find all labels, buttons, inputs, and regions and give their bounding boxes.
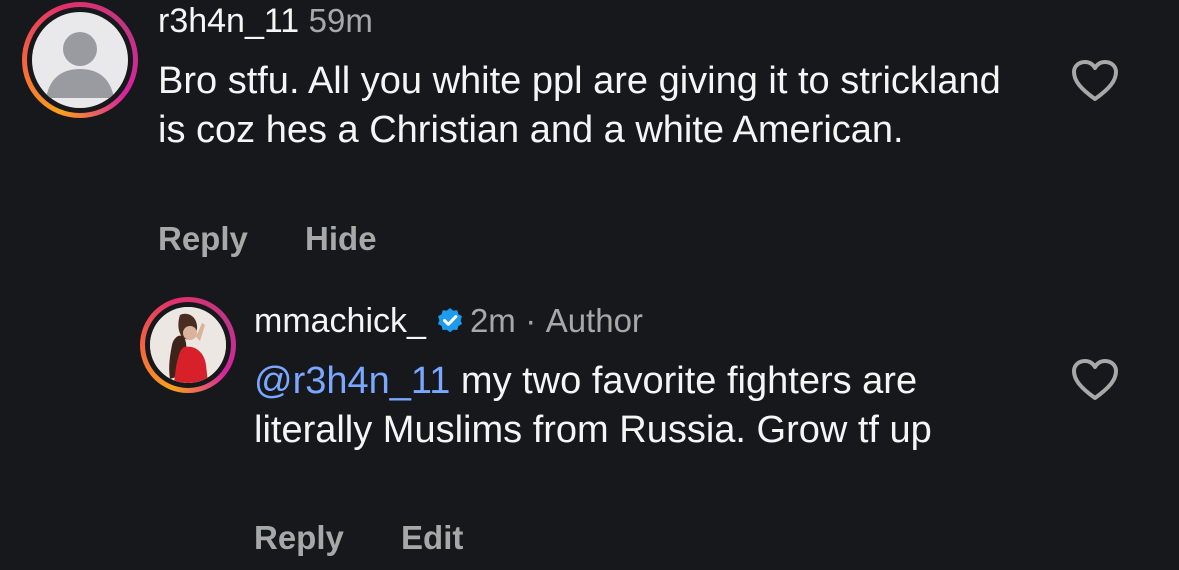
heart-icon[interactable] [1071, 358, 1119, 402]
comment-text: Bro stfu. All you white ppl are giving i… [158, 60, 1001, 151]
reply-button[interactable]: Reply [254, 519, 344, 556]
edit-button[interactable]: Edit [401, 519, 463, 556]
reply-button[interactable]: Reply [158, 220, 248, 257]
default-avatar-icon [32, 12, 128, 108]
comment-time: 59m [308, 2, 373, 39]
comment-username[interactable]: r3h4n_11 59m [158, 2, 373, 41]
username-link[interactable]: mmachick_ [254, 302, 426, 340]
reply-username: mmachick_ 2m · Author [254, 302, 643, 341]
username-link[interactable]: r3h4n_11 [158, 2, 299, 40]
comment-actions: Reply Hide [158, 220, 425, 258]
separator-dot: · [525, 302, 537, 339]
reply-time: 2m [469, 302, 516, 339]
avatar-story-ring[interactable] [140, 297, 236, 393]
avatar-story-ring[interactable] [22, 2, 138, 118]
heart-icon[interactable] [1071, 59, 1119, 103]
reply-text: @r3h4n_11 my two favorite fighters are l… [254, 357, 1044, 455]
mention-link[interactable]: @r3h4n_11 [254, 360, 450, 402]
hide-button[interactable]: Hide [305, 220, 377, 257]
verified-badge-icon [437, 308, 462, 333]
author-badge: Author [545, 302, 643, 339]
reply-actions: Reply Edit [254, 519, 511, 557]
profile-photo [150, 307, 226, 383]
